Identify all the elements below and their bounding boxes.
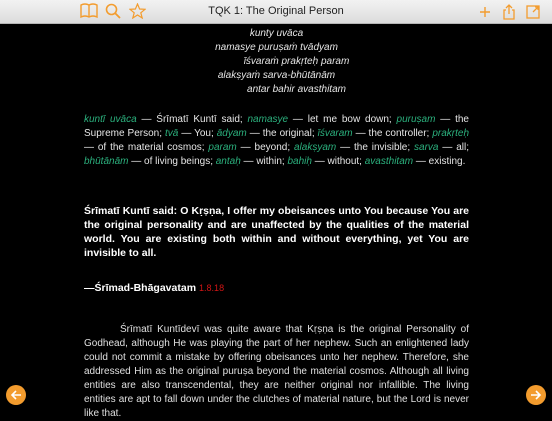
synonym-meaning: — within;	[240, 156, 288, 167]
previous-page-button[interactable]	[6, 385, 26, 405]
page-title: TQK 1: The Original Person	[208, 5, 344, 17]
synonym-meaning: — existing.	[413, 156, 466, 167]
synonym-word: avasthitam	[364, 156, 414, 167]
arrow-right-icon	[531, 390, 542, 400]
source-reference: —Śrīmad-Bhāgavatam 1.8.18	[84, 281, 469, 295]
expand-icon	[526, 5, 540, 19]
plus-icon	[480, 7, 490, 17]
synonym-meaning: — Śrīmatī Kuntī said;	[136, 114, 248, 125]
reader-content: kunty uvāca namasye puruṣaṁ tvādyam īśva…	[84, 27, 469, 421]
synonym-word: tvā	[165, 128, 179, 139]
verse: kunty uvāca namasye puruṣaṁ tvādyam īśva…	[84, 27, 469, 97]
synonym-word: prakṛteḥ	[432, 128, 470, 139]
verse-line: kunty uvāca	[249, 28, 304, 39]
synonym-meaning: — all;	[438, 142, 470, 153]
toolbar: TQK 1: The Original Person	[0, 0, 552, 24]
synonym-meaning: — beyond;	[236, 142, 294, 153]
next-page-button[interactable]	[526, 385, 546, 405]
add-button[interactable]	[476, 3, 494, 21]
share-icon	[503, 4, 515, 20]
share-button[interactable]	[500, 3, 518, 21]
synonym-word: alakṣyam	[294, 142, 337, 153]
synonym-meaning: — the controller;	[352, 128, 433, 139]
synonym-word: puruṣam	[396, 114, 436, 125]
verse-line: īśvaraṁ prakṛteḥ param	[243, 56, 350, 67]
synonym-word: ādyam	[216, 128, 247, 139]
synonym-word: bhūtānām	[84, 156, 129, 167]
fullscreen-button[interactable]	[524, 3, 542, 21]
synonym-meaning: — the invisible;	[336, 142, 415, 153]
synonym-meaning: — the original;	[246, 128, 318, 139]
verse-reference-link[interactable]: 1.8.18	[199, 283, 224, 293]
synonym-meaning: — let me bow down;	[288, 114, 397, 125]
purport-paragraph: Śrīmatī Kuntīdevī was quite aware that K…	[84, 324, 469, 419]
arrow-left-icon	[10, 390, 21, 400]
synonym-meaning: — without;	[311, 156, 365, 167]
synonym-meaning: — of living beings;	[128, 156, 216, 167]
toolbar-right-group	[476, 3, 542, 21]
synonym-word: īśvaram	[317, 128, 353, 139]
synonym-word: kuntī uvāca	[84, 114, 137, 125]
translation: Śrīmatī Kuntī said: O Kṛṣṇa, I offer my …	[84, 205, 469, 259]
synonym-word: sarva	[414, 142, 439, 153]
synonym-word: bahiḥ	[287, 156, 312, 167]
purport: Śrīmatī Kuntīdevī was quite aware that K…	[84, 323, 469, 421]
verse-line: namasye puruṣaṁ tvādyam	[215, 42, 338, 53]
verse-line: alakṣyaṁ sarva-bhūtānām	[217, 70, 336, 81]
source-name: —Śrīmad-Bhāgavatam	[84, 282, 197, 294]
synonym-word: param	[208, 142, 237, 153]
synonym-meaning: — of the material cosmos;	[84, 142, 209, 153]
synonym-word: namasye	[247, 114, 289, 125]
synonyms: kuntī uvāca — Śrīmatī Kuntī said; namasy…	[84, 113, 469, 169]
verse-line: antar bahir avasthitam	[247, 84, 346, 95]
synonym-word: antaḥ	[215, 156, 241, 167]
synonym-meaning: — You;	[178, 128, 217, 139]
